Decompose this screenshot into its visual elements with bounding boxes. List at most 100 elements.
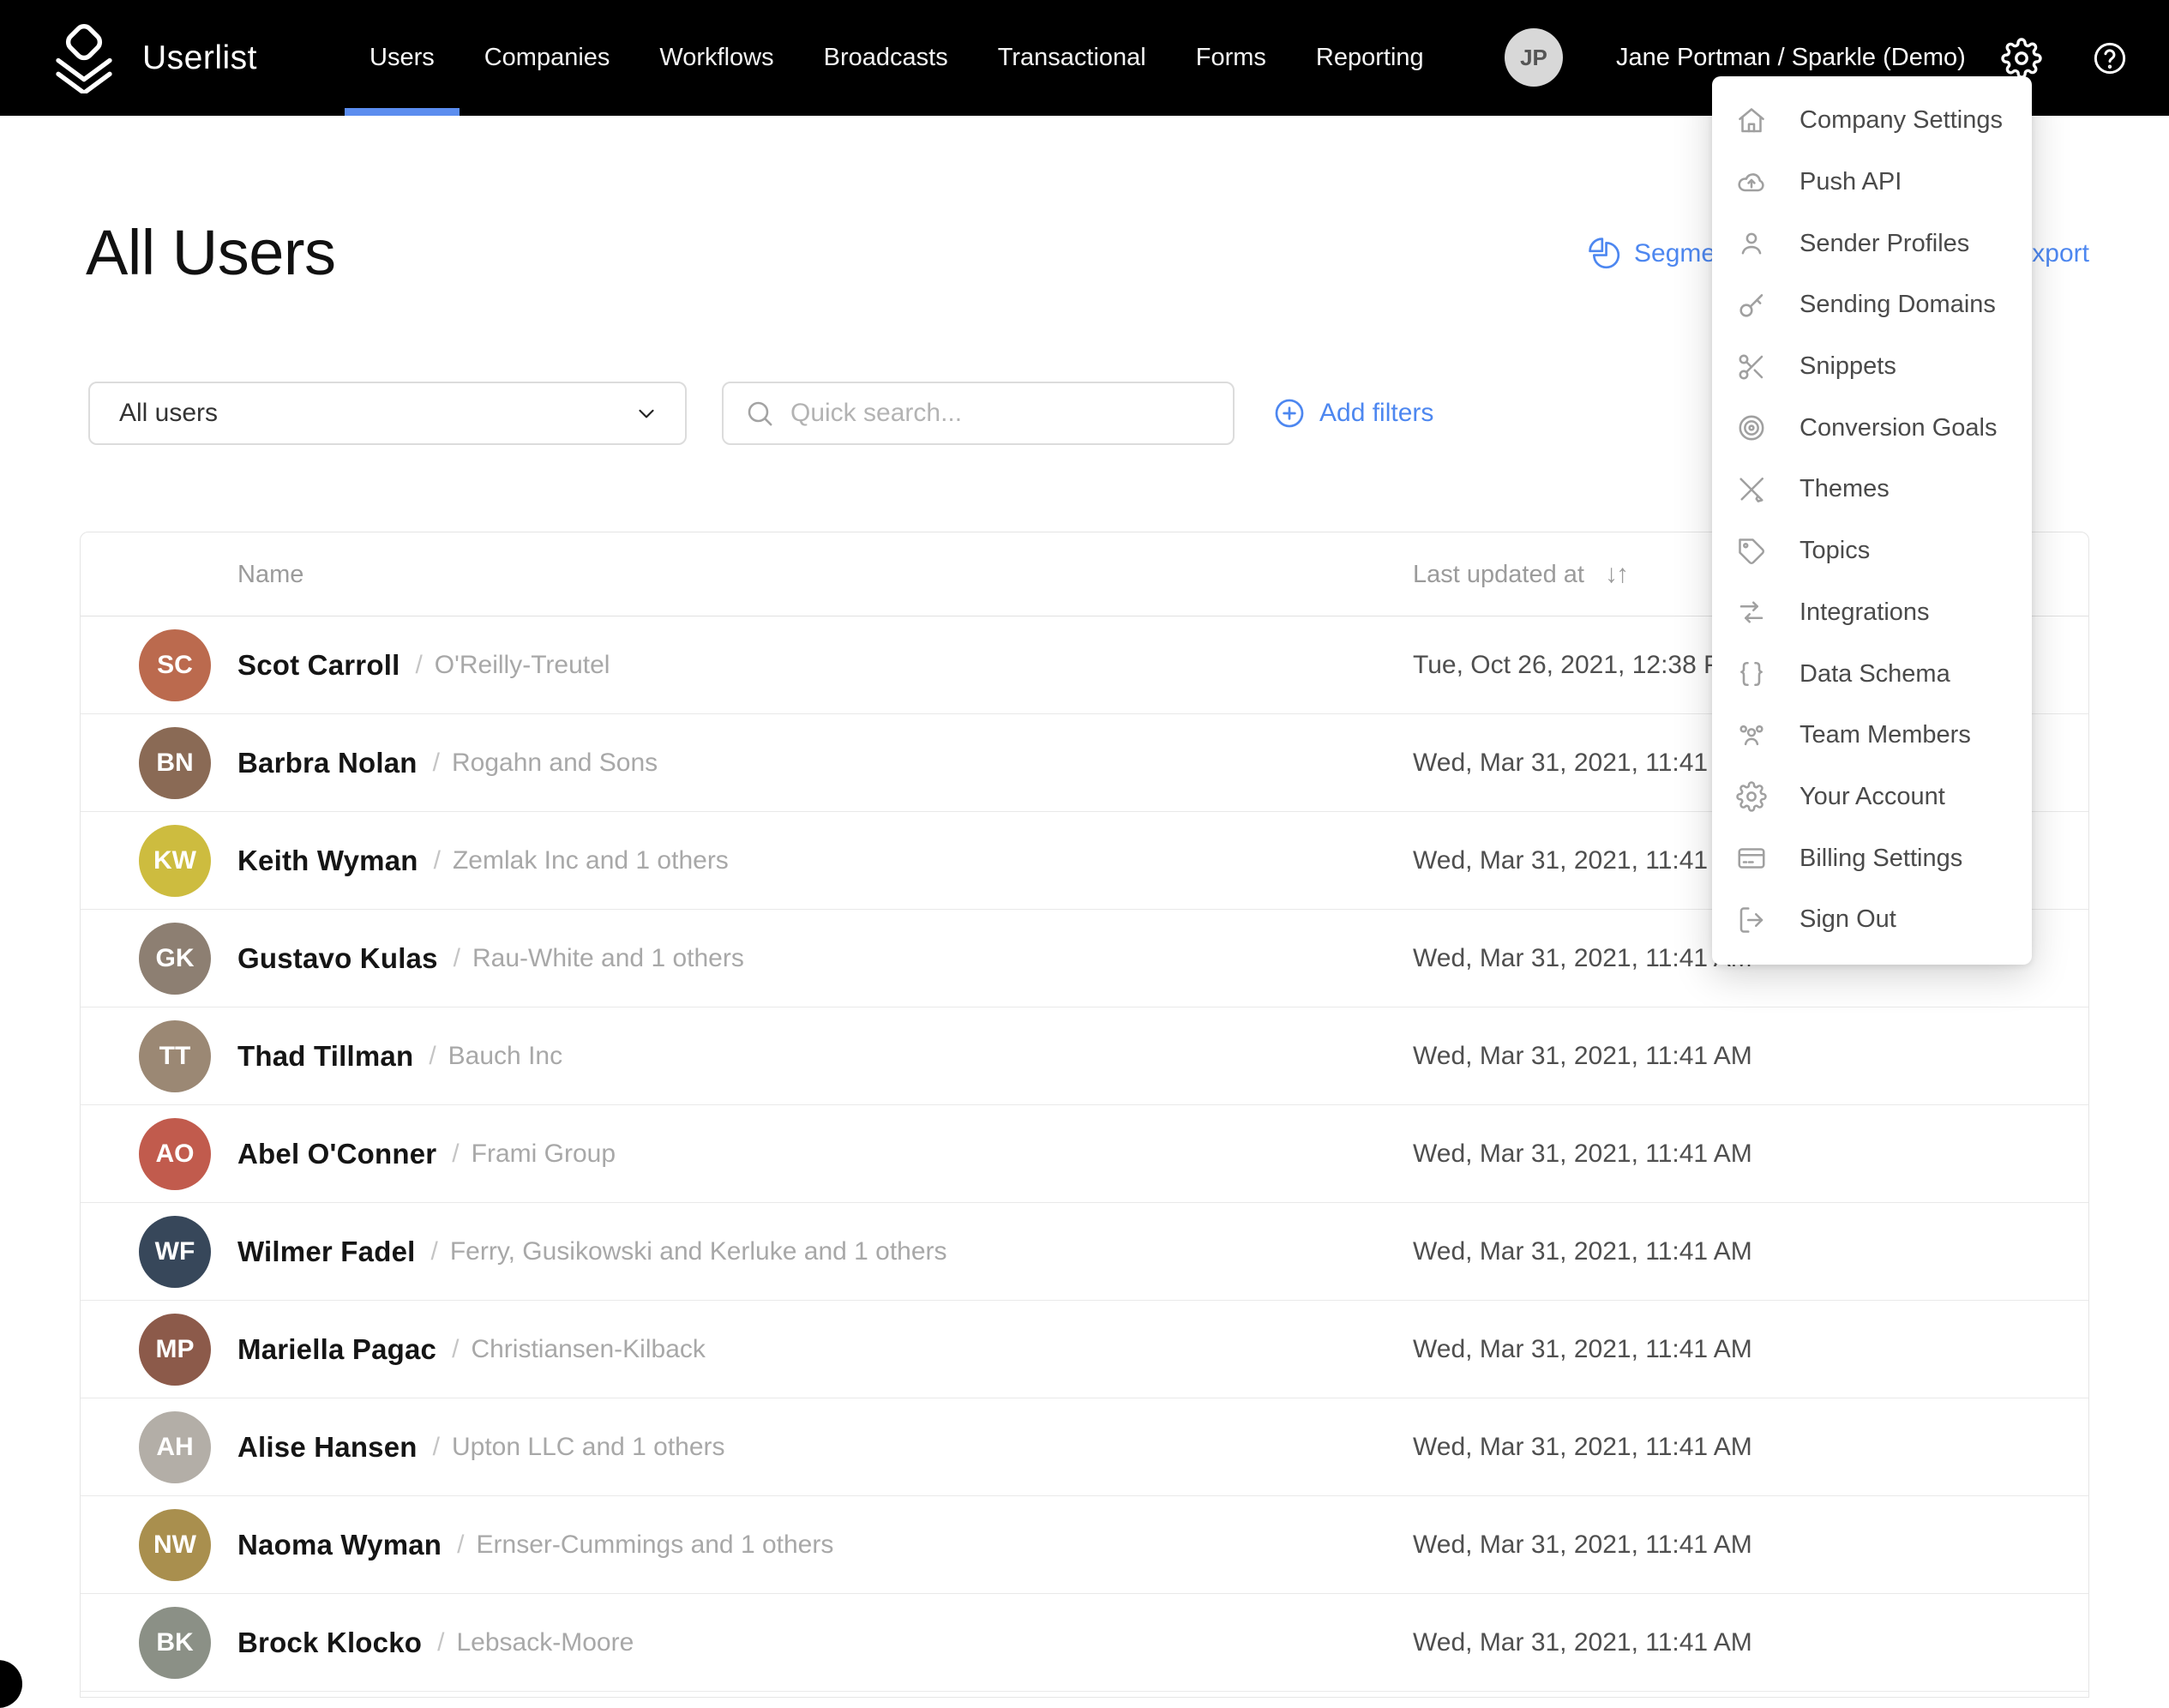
page-title: All Users bbox=[86, 216, 336, 289]
user-company: Ernser-Cummings and 1 others bbox=[477, 1531, 834, 1560]
user-name: Naoma Wyman bbox=[237, 1529, 442, 1561]
avatar: TT bbox=[139, 1020, 211, 1092]
column-header-name: Name bbox=[237, 532, 303, 616]
sort-icon[interactable]: ↓↑ bbox=[1605, 560, 1627, 589]
menu-item[interactable]: Billing Settings bbox=[1712, 827, 2032, 889]
name-company-separator: / bbox=[431, 1237, 438, 1266]
menu-item-label: Push API bbox=[1799, 168, 1902, 196]
last-updated-value: Wed, Mar 31, 2021, 11:41 AM bbox=[1413, 714, 1752, 812]
user-name: Scot Carroll bbox=[237, 649, 400, 682]
menu-item[interactable]: Company Settings bbox=[1712, 90, 2032, 152]
menu-item-label: Your Account bbox=[1799, 783, 1945, 811]
menu-item[interactable]: Push API bbox=[1712, 152, 2032, 214]
nav-link-label: Companies bbox=[484, 44, 610, 71]
name-company-separator: / bbox=[457, 1531, 464, 1560]
name-company-separator: / bbox=[452, 1140, 459, 1169]
table-row[interactable]: NW Naoma Wyman / Ernser-Cummings and 1 o… bbox=[81, 1496, 2088, 1594]
last-updated-value: Wed, Mar 31, 2021, 11:41 AM bbox=[1413, 1007, 1752, 1105]
nav-link-label: Reporting bbox=[1316, 44, 1424, 71]
nav-link-label: Workflows bbox=[659, 44, 773, 71]
menu-item[interactable]: Sign Out bbox=[1712, 889, 2032, 951]
users-group-icon bbox=[1736, 720, 1767, 751]
menu-item-label: Team Members bbox=[1799, 721, 1971, 749]
last-updated-value: Wed, Mar 31, 2021, 11:41 AM bbox=[1413, 1203, 1752, 1301]
table-row[interactable]: MP Mariella Pagac / Christiansen-Kilback… bbox=[81, 1301, 2088, 1398]
table-row[interactable]: TT Thad Tillman / Bauch Inc Wed, Mar 31,… bbox=[81, 1007, 2088, 1105]
quick-search bbox=[722, 382, 1235, 445]
user-company: Ferry, Gusikowski and Kerluke and 1 othe… bbox=[450, 1237, 947, 1266]
user-name: Brock Klocko bbox=[237, 1627, 422, 1659]
home-icon bbox=[1736, 105, 1767, 136]
nav-link[interactable]: Workflows bbox=[634, 0, 798, 116]
last-updated-value: Tue, Oct 26, 2021, 12:38 PM bbox=[1413, 616, 1742, 714]
last-updated-value: Wed, Mar 31, 2021, 11:41 AM bbox=[1413, 910, 1752, 1007]
table-row[interactable]: WF Wilmer Fadel / Ferry, Gusikowski and … bbox=[81, 1203, 2088, 1301]
user-name: Gustavo Kulas bbox=[237, 942, 438, 975]
menu-item[interactable]: Team Members bbox=[1712, 705, 2032, 767]
scissors-icon bbox=[1736, 352, 1767, 382]
add-filters-button[interactable]: Add filters bbox=[1273, 382, 1433, 445]
name-company-separator: / bbox=[437, 1628, 444, 1657]
nav-link[interactable]: Broadcasts bbox=[799, 0, 973, 116]
avatar: MP bbox=[139, 1314, 211, 1386]
menu-item[interactable]: Sender Profiles bbox=[1712, 213, 2032, 274]
nav-link[interactable]: Forms bbox=[1171, 0, 1291, 116]
last-updated-value: Wed, Mar 31, 2021, 11:41 AM bbox=[1413, 1594, 1752, 1692]
menu-item[interactable]: Topics bbox=[1712, 520, 2032, 582]
menu-item-label: Sender Profiles bbox=[1799, 230, 1969, 258]
menu-item[interactable]: Data Schema bbox=[1712, 643, 2032, 705]
last-updated-value: Wed, Mar 31, 2021, 11:41 AM bbox=[1413, 1301, 1752, 1398]
avatar: SC bbox=[139, 629, 211, 701]
avatar: BN bbox=[139, 727, 211, 799]
target-icon bbox=[1736, 412, 1767, 443]
nav-link[interactable]: Reporting bbox=[1291, 0, 1449, 116]
nav-link[interactable]: Transactional bbox=[973, 0, 1171, 116]
menu-item-label: Themes bbox=[1799, 475, 1890, 503]
nav-link[interactable]: Companies bbox=[460, 0, 635, 116]
plus-circle-icon bbox=[1273, 397, 1306, 430]
brand[interactable]: Userlist bbox=[51, 0, 257, 116]
user-name: Keith Wyman bbox=[237, 845, 418, 877]
avatar: AO bbox=[139, 1118, 211, 1190]
repeat-arrows-icon bbox=[1736, 597, 1767, 628]
name-company-separator: / bbox=[452, 1335, 459, 1364]
user-company: Upton LLC and 1 others bbox=[452, 1433, 725, 1462]
menu-item[interactable]: Sending Domains bbox=[1712, 274, 2032, 336]
menu-item[interactable]: Conversion Goals bbox=[1712, 397, 2032, 459]
table-row[interactable]: BK Brock Klocko / Lebsack-Moore Wed, Mar… bbox=[81, 1594, 2088, 1692]
search-input[interactable] bbox=[790, 399, 1216, 428]
menu-item[interactable]: Themes bbox=[1712, 459, 2032, 520]
search-icon bbox=[744, 398, 775, 429]
nav-link[interactable]: Users bbox=[345, 0, 460, 116]
menu-item[interactable]: Snippets bbox=[1712, 336, 2032, 398]
menu-item[interactable]: Integrations bbox=[1712, 582, 2032, 644]
braces-icon bbox=[1736, 659, 1767, 689]
name-company-separator: / bbox=[433, 749, 440, 778]
help-icon[interactable] bbox=[2092, 40, 2128, 76]
table-row[interactable]: AH Alise Hansen / Upton LLC and 1 others… bbox=[81, 1398, 2088, 1496]
last-updated-value: Wed, Mar 31, 2021, 11:41 AM bbox=[1413, 1105, 1752, 1203]
name-company-separator: / bbox=[433, 1433, 440, 1462]
menu-item-label: Company Settings bbox=[1799, 106, 2003, 135]
name-company-separator: / bbox=[415, 651, 422, 680]
nav-link-label: Users bbox=[370, 44, 435, 71]
pie-chart-icon bbox=[1589, 238, 1621, 270]
menu-item[interactable]: Your Account bbox=[1712, 767, 2032, 828]
nav-link-label: Forms bbox=[1196, 44, 1266, 71]
column-header-last-updated[interactable]: Last updated at ↓↑ bbox=[1413, 532, 1627, 616]
user-company: Zemlak Inc and 1 others bbox=[453, 846, 729, 875]
last-updated-value: Wed, Mar 31, 2021, 11:41 AM bbox=[1413, 1398, 1752, 1496]
menu-item-label: Billing Settings bbox=[1799, 845, 1962, 873]
corner-widget-blob bbox=[0, 1660, 22, 1708]
settings-gear-icon[interactable] bbox=[2001, 38, 2042, 79]
avatar: GK bbox=[139, 923, 211, 995]
user-company: Rogahn and Sons bbox=[452, 749, 658, 778]
key-icon bbox=[1736, 290, 1767, 321]
segment-select[interactable]: All users bbox=[88, 382, 687, 445]
avatar: WF bbox=[139, 1216, 211, 1288]
table-row[interactable]: AO Abel O'Conner / Frami Group Wed, Mar … bbox=[81, 1105, 2088, 1203]
menu-item-label: Sending Domains bbox=[1799, 291, 1996, 319]
user-company: Lebsack-Moore bbox=[456, 1628, 634, 1657]
user-avatar[interactable]: JP bbox=[1505, 28, 1563, 87]
brand-name: Userlist bbox=[142, 39, 257, 77]
